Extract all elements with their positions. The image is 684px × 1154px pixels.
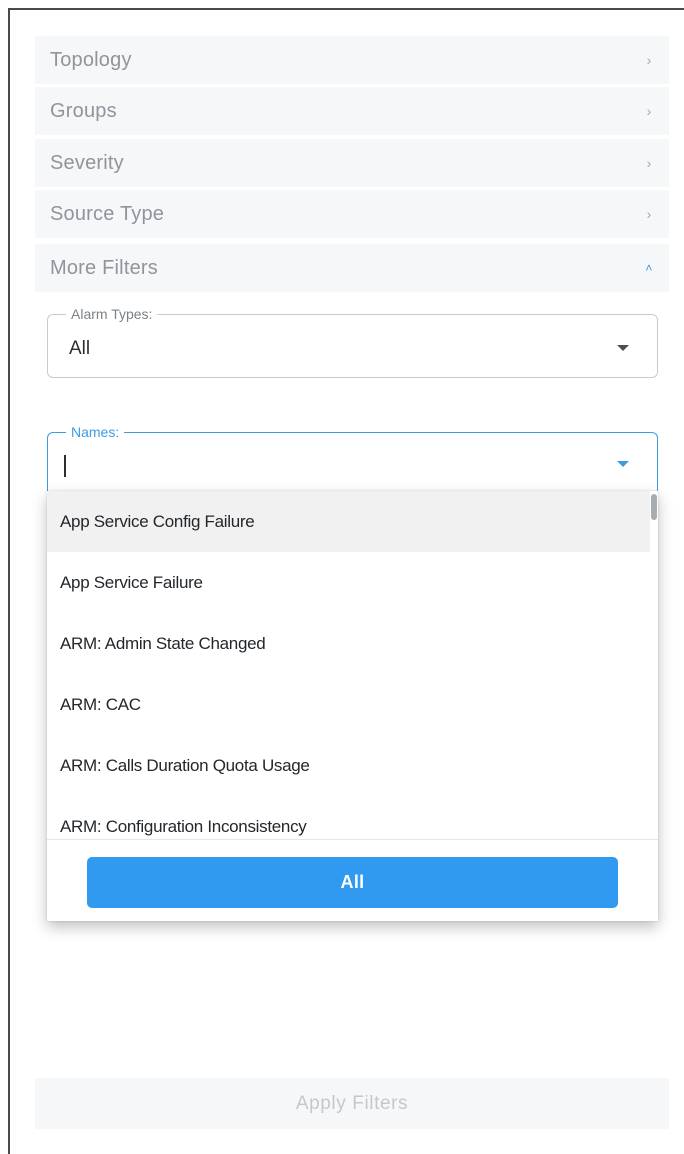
chevron-up-icon: ˄ [645,261,653,275]
alarm-types-label: Alarm Types: [66,306,158,322]
text-cursor [64,455,66,477]
section-source-type[interactable]: Source Type › [35,190,669,238]
alarm-types-select[interactable]: Alarm Types: All [47,306,658,378]
names-dropdown: App Service Config Failure App Service F… [47,491,658,921]
section-label: More Filters [50,256,158,279]
list-item[interactable]: App Service Failure [47,552,650,613]
section-label: Topology [50,48,132,71]
section-groups[interactable]: Groups › [35,87,669,135]
apply-filters-button[interactable]: Apply Filters [35,1078,669,1129]
section-topology[interactable]: Topology › [35,36,669,84]
caret-down-icon[interactable] [617,345,629,351]
list-item[interactable]: ARM: Calls Duration Quota Usage [47,735,650,796]
names-label: Names: [66,424,125,440]
list-item[interactable]: ARM: Admin State Changed [47,613,650,674]
section-label: Source Type [50,202,165,225]
dropdown-scrollbar[interactable] [650,491,658,839]
section-more-filters[interactable]: More Filters ˄ [35,244,669,292]
chevron-right-icon: › [646,206,652,222]
chevron-right-icon: › [646,155,652,171]
names-input[interactable]: Names: [47,424,658,491]
section-label: Severity [50,151,124,174]
list-item[interactable]: ARM: CAC [47,674,650,735]
list-item[interactable]: ARM: Configuration Inconsistency [47,796,650,839]
chevron-right-icon: › [646,103,652,119]
scroll-thumb[interactable] [651,494,657,520]
chevron-right-icon: › [646,52,652,68]
section-label: Groups [50,99,117,122]
names-options-list[interactable]: App Service Config Failure App Service F… [47,491,650,839]
divider [47,839,658,840]
caret-down-icon[interactable] [617,461,629,467]
alarm-types-value: All [69,338,91,359]
select-all-button[interactable]: All [87,857,618,908]
section-severity[interactable]: Severity › [35,139,669,187]
list-item[interactable]: App Service Config Failure [47,491,650,552]
